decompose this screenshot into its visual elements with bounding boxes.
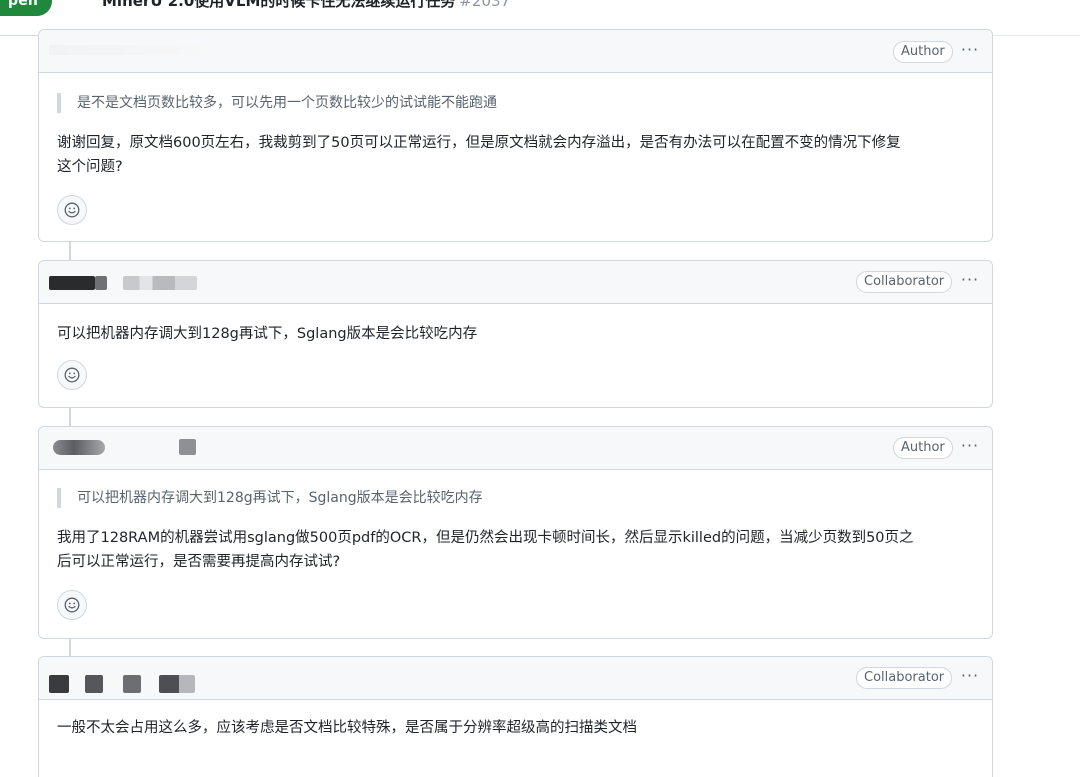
redacted-avatar — [49, 675, 69, 693]
comment-options-button[interactable]: ··· — [960, 666, 980, 690]
redacted-username — [85, 675, 103, 693]
issue-number: #2037 — [459, 0, 511, 10]
quoted-reply: 是不是文档页数比较多，可以先用一个页数比较少的试试能不能跑通 — [57, 93, 974, 113]
comment-4: Collaborator ··· 一般不太会占用这么多，应该考虑是否文档比较特殊… — [38, 656, 993, 777]
divider — [993, 35, 1080, 36]
redacted-username — [49, 45, 219, 55]
comment-text-line: 我用了128RAM的机器尝试用sglang做500页pdf的OCR，但是仍然会出… — [57, 530, 914, 546]
redacted-username — [179, 439, 196, 455]
comment-1: Author ··· 是不是文档页数比较多，可以先用一个页数比较少的试试能不能跑… — [38, 29, 993, 242]
collaborator-badge: Collaborator — [856, 667, 953, 689]
comment-options-button[interactable]: ··· — [960, 270, 980, 294]
comment-text-line: 谢谢回复，原文档600页左右，我裁剪到了50页可以正常运行，但是原文档就会内存溢… — [57, 135, 901, 151]
add-reaction-button[interactable] — [57, 590, 87, 620]
redacted-username — [123, 675, 141, 693]
redacted-avatar — [53, 440, 105, 455]
author-badge: Author — [893, 41, 953, 63]
comment-text-line: 可以把机器内存调大到128g再试下，Sglang版本是会比较吃内存 — [57, 326, 478, 342]
issue-title[interactable]: MinerU 2.0使用VLM的时候卡住无法继续运行任务 #2037 — [102, 0, 510, 11]
comment-text-line: 一般不太会占用这么多，应该考虑是否文档比较特殊，是否属于分辨率超级高的扫描类文档 — [57, 720, 637, 736]
comment-body: 是不是文档页数比较多，可以先用一个页数比较少的试试能不能跑通 谢谢回复，原文档6… — [39, 93, 992, 225]
comment-header: Author ··· — [39, 30, 992, 73]
comment-body: 可以把机器内存调大到128g再试下，Sglang版本是会比较吃内存 — [39, 322, 992, 390]
redacted-username — [123, 276, 197, 290]
author-badge: Author — [893, 437, 953, 459]
comment-header: Collaborator ··· — [39, 657, 992, 700]
comment-text-line: 后可以正常运行，是否需要再提高内存试试? — [57, 554, 341, 570]
comment-options-button[interactable]: ··· — [960, 436, 980, 460]
smiley-icon — [64, 202, 80, 218]
issue-title-text: MinerU 2.0使用VLM的时候卡住无法继续运行任务 — [102, 0, 456, 10]
collaborator-badge: Collaborator — [856, 271, 953, 293]
issue-page: pen MinerU 2.0使用VLM的时候卡住无法继续运行任务 #2037 Au… — [0, 0, 1080, 777]
add-reaction-button[interactable] — [57, 360, 87, 390]
comment-header: Author ··· — [39, 427, 992, 470]
comment-2: Collaborator ··· 可以把机器内存调大到128g再试下，Sglan… — [38, 260, 993, 408]
comment-body: 一般不太会占用这么多，应该考虑是否文档比较特殊，是否属于分辨率超级高的扫描类文档 — [39, 716, 992, 740]
comment-options-button[interactable]: ··· — [960, 40, 980, 64]
comment-header: Collaborator ··· — [39, 261, 992, 304]
redacted-avatar — [49, 276, 95, 290]
redacted-username — [95, 276, 107, 290]
smiley-icon — [64, 367, 80, 383]
comment-body: 可以把机器内存调大到128g再试下，Sglang版本是会比较吃内存 我用了128… — [39, 488, 992, 620]
issue-state-badge: pen — [0, 0, 53, 16]
smiley-icon — [64, 597, 80, 613]
comment-text-line: 这个问题? — [57, 159, 123, 175]
quoted-reply: 可以把机器内存调大到128g再试下，Sglang版本是会比较吃内存 — [57, 488, 974, 508]
redacted-username — [159, 675, 195, 693]
comment-3: Author ··· 可以把机器内存调大到128g再试下，Sglang版本是会比… — [38, 426, 993, 639]
add-reaction-button[interactable] — [57, 195, 87, 225]
